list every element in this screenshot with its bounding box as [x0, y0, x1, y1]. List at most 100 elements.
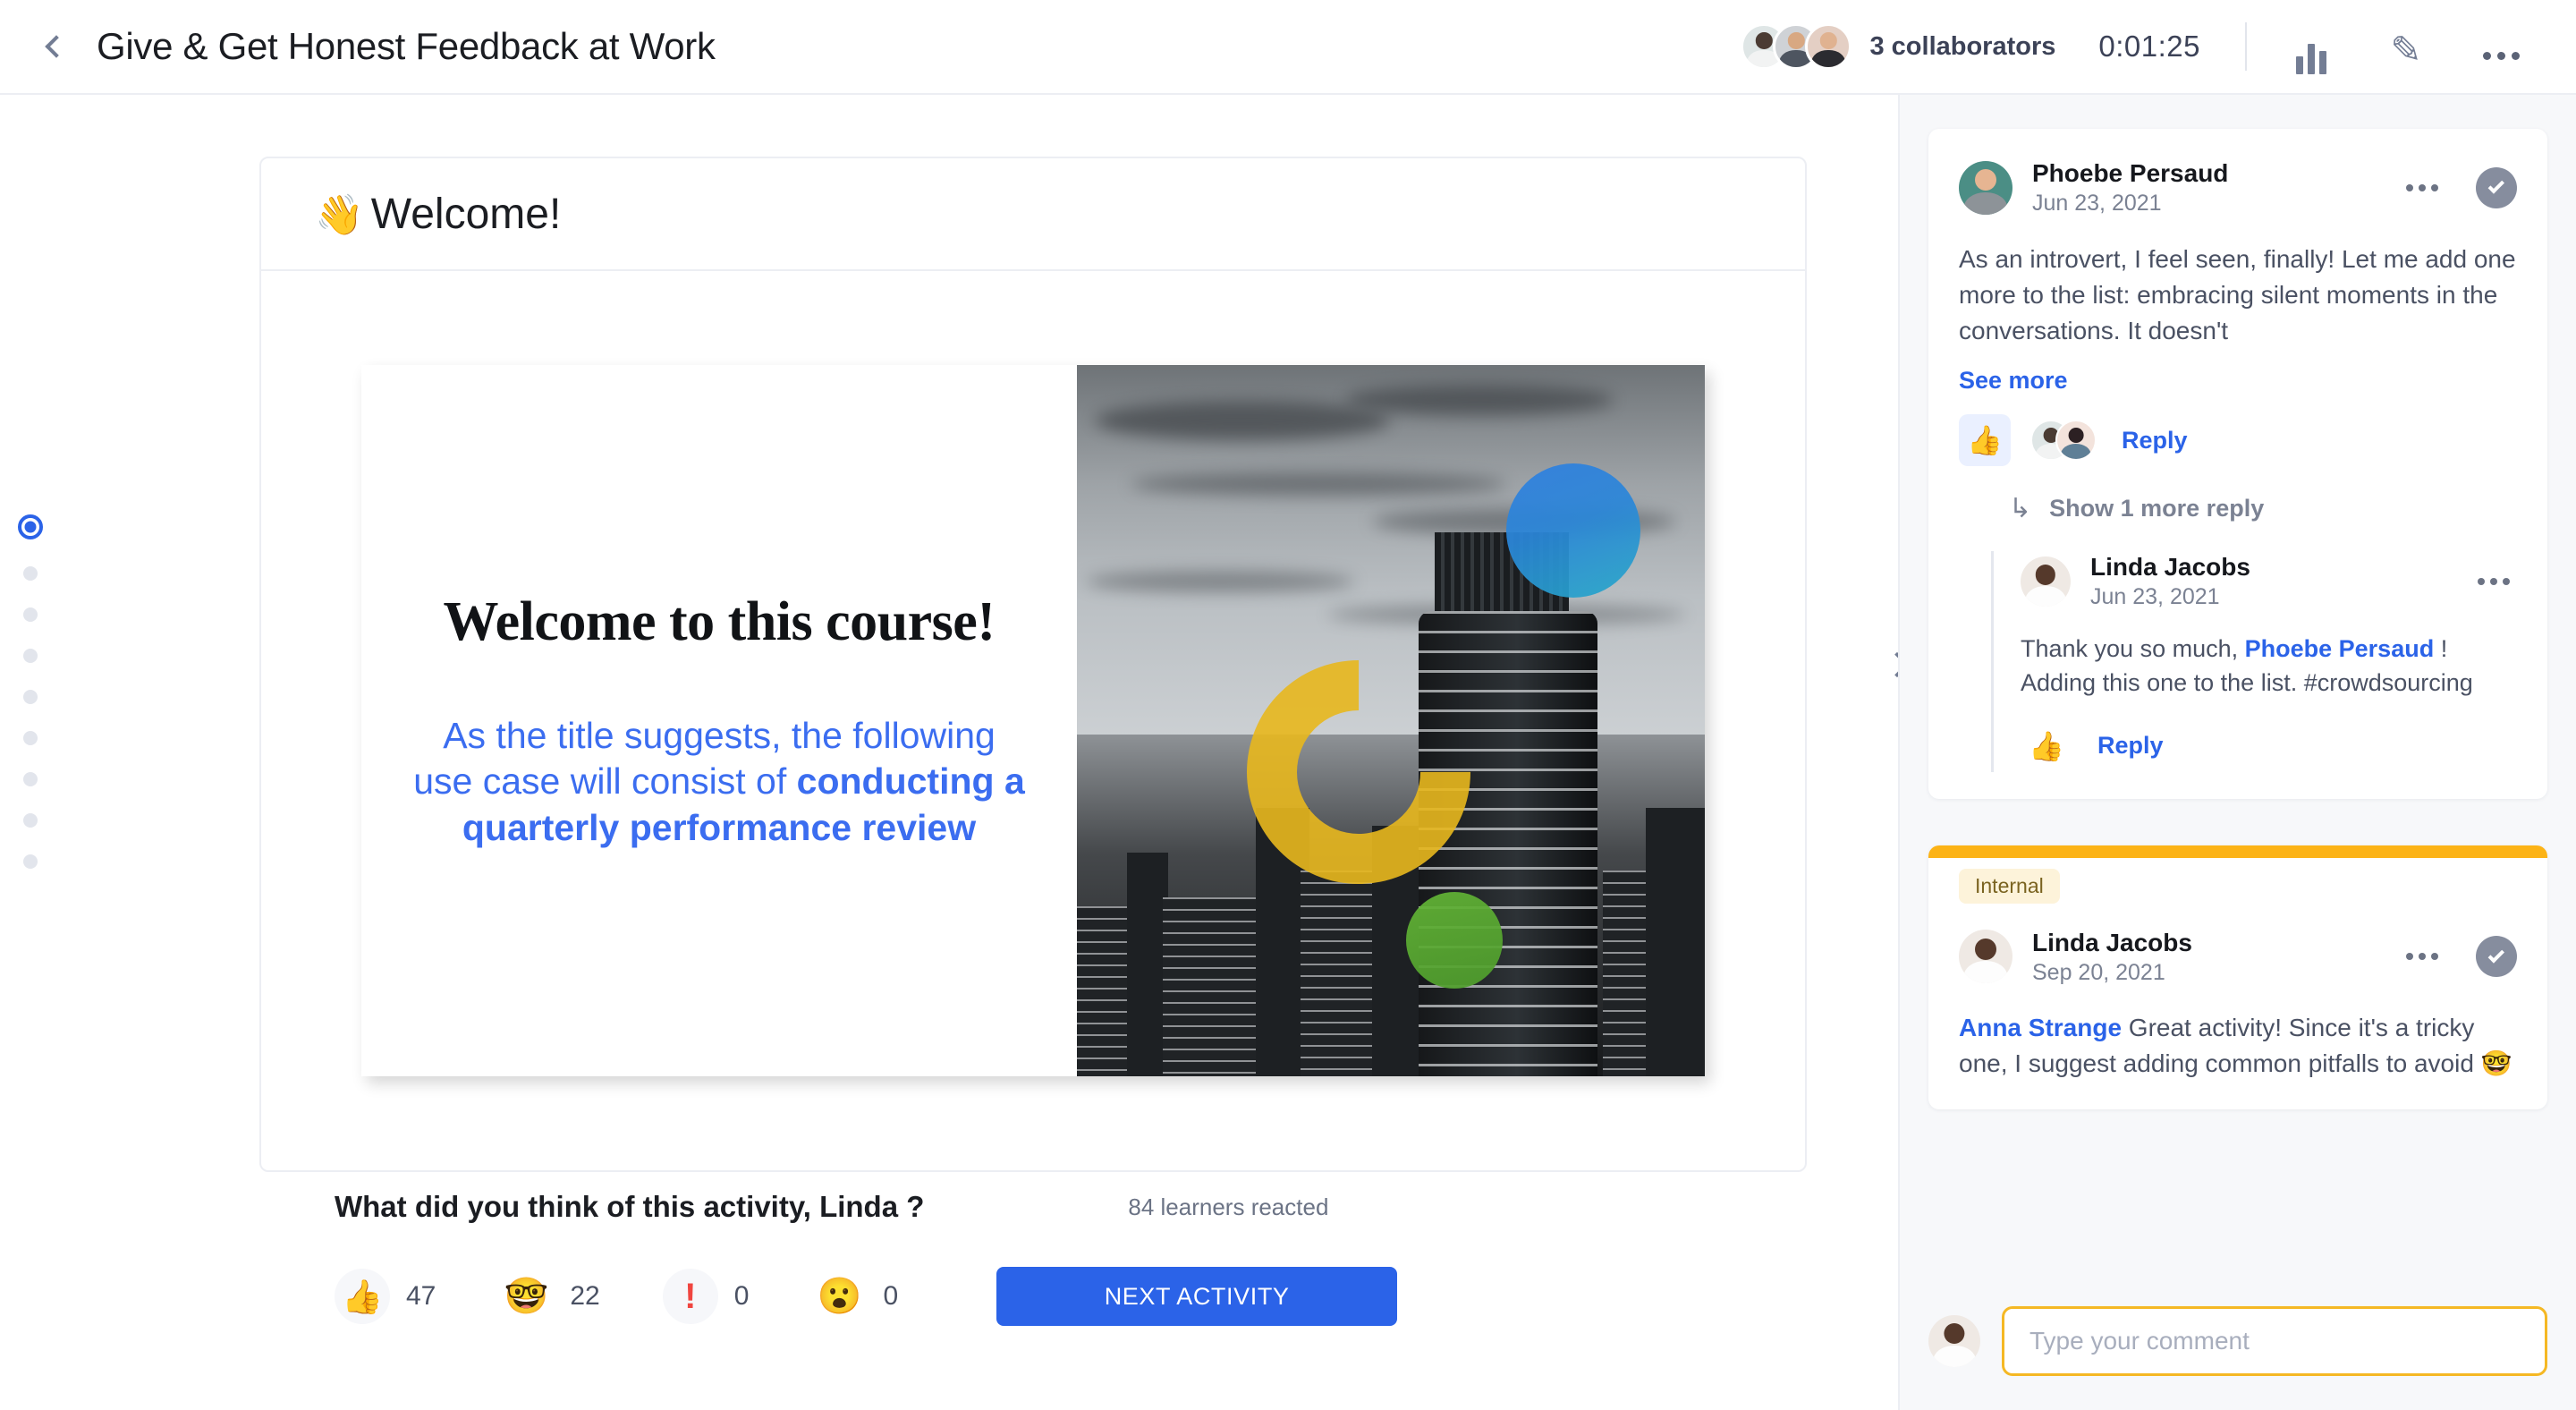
- ellipsis-icon[interactable]: [2399, 177, 2445, 199]
- building-shape: [1163, 897, 1270, 1076]
- cloud-shape: [1345, 385, 1614, 415]
- bar-chart-icon: [2296, 56, 2303, 74]
- comment-author-name: Linda Jacobs: [2032, 928, 2192, 956]
- reaction-question: What did you think of this activity, Lin…: [335, 1190, 925, 1223]
- page-title: Give & Get Honest Feedback at Work: [97, 25, 716, 67]
- comment-composer: [1928, 1306, 2547, 1376]
- slide-subtext: As the title suggests, the following use…: [411, 713, 1027, 852]
- reaction-nerd-face[interactable]: 🤓 22: [498, 1269, 599, 1324]
- comment-author-name: Phoebe Persaud: [2032, 159, 2229, 187]
- header-divider: [2245, 22, 2247, 71]
- reaction-buttons: 👍 47 🤓 22 ! 0 😮 0 NEXT ACTIVITY: [335, 1267, 1807, 1326]
- check-circle-icon[interactable]: [2476, 936, 2517, 978]
- building-shape: [1301, 871, 1381, 1076]
- comment-header: Phoebe Persaud Jun 23, 2021: [1959, 157, 2517, 218]
- reaction-section: What did you think of this activity, Lin…: [259, 1190, 1807, 1326]
- arrow-turn-icon: ↳: [2009, 494, 2032, 524]
- check-circle-icon[interactable]: [2476, 166, 2517, 208]
- collaborators-label[interactable]: 3 collaborators: [1869, 32, 2055, 62]
- reply-link[interactable]: Reply: [2097, 732, 2164, 760]
- cityscape-illustration: [1077, 365, 1705, 1076]
- ellipsis-icon: [2482, 52, 2520, 60]
- comment-footer: 👍 Reply: [1959, 414, 2517, 467]
- ellipsis-icon[interactable]: [2470, 571, 2517, 592]
- comment-header: Linda Jacobs Sep 20, 2021: [1959, 927, 2517, 988]
- slide-navigation-rail: [18, 514, 43, 869]
- slide-dot-8[interactable]: [23, 813, 38, 828]
- bar-chart-icon: [2308, 44, 2315, 74]
- reaction-thumbs-up[interactable]: 👍 47: [335, 1269, 436, 1324]
- more-options-button[interactable]: [2467, 19, 2535, 74]
- learners-reacted-count: 84 learners reacted: [1128, 1193, 1329, 1220]
- comment-author-meta: Phoebe Persaud Jun 23, 2021: [2032, 157, 2228, 218]
- comment-author-meta: Linda Jacobs Sep 20, 2021: [2032, 927, 2192, 988]
- comments-sidebar: Phoebe Persaud Jun 23, 2021 As an introv…: [1898, 95, 2576, 1410]
- next-activity-button[interactable]: NEXT ACTIVITY: [996, 1267, 1398, 1326]
- comment-card: Phoebe Persaud Jun 23, 2021 As an introv…: [1928, 129, 2547, 799]
- comment-date: Sep 20, 2021: [2032, 959, 2165, 985]
- comment-body: Anna Strange Great activity! Since it's …: [1959, 1010, 2517, 1083]
- reply-author-meta: Linda Jacobs Jun 23, 2021: [2090, 551, 2250, 612]
- slide-dot-1[interactable]: [18, 514, 43, 539]
- activity-title-text: Welcome!: [370, 190, 562, 238]
- slide-dot-2[interactable]: [23, 566, 38, 581]
- internal-accent-bar: [1928, 845, 2547, 858]
- reaction-hushed-face[interactable]: 😮 0: [811, 1269, 899, 1324]
- slide-dot-7[interactable]: [23, 772, 38, 786]
- reply-link[interactable]: Reply: [2122, 427, 2188, 454]
- reaction-count: 22: [570, 1281, 600, 1311]
- session-timer: 0:01:25: [2098, 30, 2200, 63]
- comment-input[interactable]: [2002, 1306, 2547, 1376]
- see-more-link[interactable]: See more: [1959, 367, 2068, 395]
- reaction-exclamation[interactable]: ! 0: [662, 1269, 750, 1324]
- reaction-count: 0: [883, 1281, 899, 1311]
- reply-date: Jun 23, 2021: [2090, 584, 2220, 610]
- internal-badge: Internal: [1959, 868, 2060, 904]
- hushed-face-icon: 😮: [817, 1277, 862, 1316]
- comment-date: Jun 23, 2021: [2032, 191, 2162, 216]
- slide-text-panel: Welcome to this course! As the title sug…: [361, 365, 1077, 1076]
- comment-actions: [2399, 936, 2517, 978]
- slide-dot-9[interactable]: [23, 854, 38, 869]
- slide-dot-4[interactable]: [23, 649, 38, 663]
- thumbs-up-icon: 👍: [335, 1269, 390, 1324]
- cloud-shape: [1131, 472, 1506, 496]
- reaction-count: 0: [733, 1281, 750, 1311]
- slide-dot-3[interactable]: [23, 607, 38, 622]
- reply-body: Thank you so much, Phoebe Persaud ! Addi…: [2021, 632, 2517, 701]
- reply-author-name: Linda Jacobs: [2090, 553, 2250, 582]
- comment-body: As an introvert, I feel seen, finally! L…: [1959, 244, 2516, 345]
- back-button[interactable]: [36, 26, 77, 67]
- exclamation-icon: !: [662, 1269, 718, 1324]
- stats-button[interactable]: [2277, 19, 2345, 74]
- slide-heading: Welcome to this course!: [443, 590, 996, 652]
- avatar: [2021, 556, 2071, 607]
- building-shape: [1646, 808, 1705, 1076]
- mention-link[interactable]: Phoebe Persaud: [2245, 635, 2435, 662]
- show-more-replies[interactable]: ↳ Show 1 more reply: [2009, 493, 2517, 524]
- slide-preview[interactable]: Welcome to this course! As the title sug…: [361, 365, 1911, 1076]
- bar-chart-icon: [2319, 51, 2326, 74]
- activity-title: 👋 Welcome!: [315, 190, 561, 239]
- avatar: [1928, 1315, 1980, 1367]
- slide-dot-5[interactable]: [23, 690, 38, 704]
- wave-emoji-icon: 👋: [315, 192, 364, 237]
- slide-dot-6[interactable]: [23, 731, 38, 745]
- avatar: [2055, 420, 2097, 462]
- activity-card-header: 👋 Welcome!: [261, 158, 1805, 271]
- chevron-left-icon: [45, 35, 68, 58]
- app-header: Give & Get Honest Feedback at Work 3 col…: [0, 0, 2576, 95]
- header-actions: 3 collaborators 0:01:25 ✎: [1741, 19, 2535, 74]
- edit-button[interactable]: ✎: [2372, 19, 2440, 74]
- reaction-count: 47: [406, 1281, 436, 1311]
- nerd-face-icon: 🤓: [504, 1277, 549, 1316]
- collaborator-avatars[interactable]: [1741, 23, 1852, 70]
- thumbs-up-outline-icon[interactable]: 👍: [2021, 720, 2072, 772]
- green-circle-accent: [1406, 892, 1503, 989]
- thumbs-up-icon[interactable]: 👍: [1959, 414, 2011, 467]
- comment-reply: Linda Jacobs Jun 23, 2021 Thank you so m…: [1991, 551, 2517, 772]
- main-tower-shape: [1419, 611, 1597, 1076]
- cloud-shape: [1086, 571, 1354, 592]
- ellipsis-icon[interactable]: [2399, 946, 2445, 967]
- mention-link[interactable]: Anna Strange: [1959, 1014, 2122, 1041]
